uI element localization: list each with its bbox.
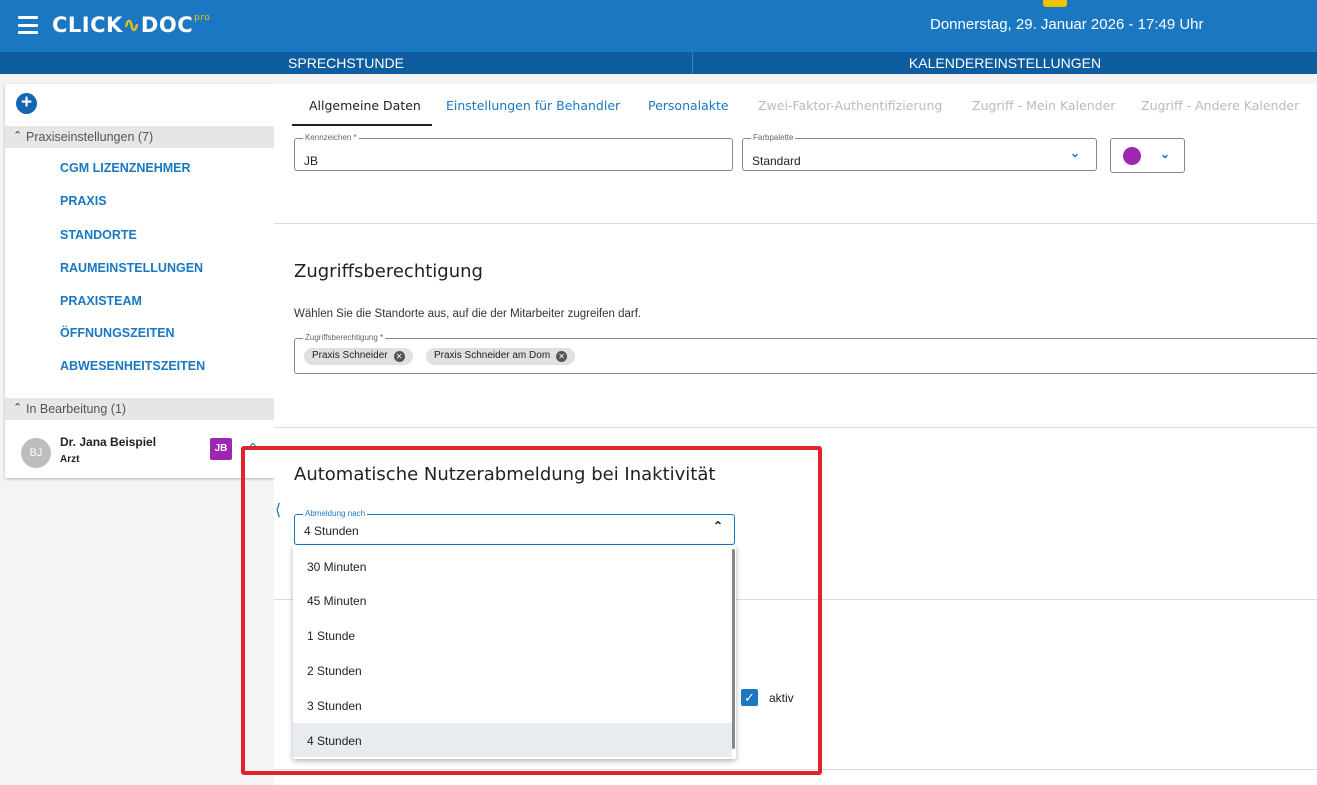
option-2-stunden[interactable]: 2 Stunden bbox=[293, 653, 732, 687]
logout-select[interactable]: Abmeldung nach 4 Stunden ⌃ bbox=[294, 509, 735, 545]
color-swatch bbox=[1123, 147, 1141, 165]
section-divider bbox=[274, 769, 1317, 770]
chip-praxis-schneider[interactable]: Praxis Schneider ✕ bbox=[304, 348, 413, 365]
sidebar-item-standorte[interactable]: STANDORTE bbox=[60, 228, 137, 242]
tab-einstellungen-behandler[interactable]: Einstellungen für Behandler bbox=[446, 98, 620, 113]
option-45-minuten[interactable]: 45 Minuten bbox=[293, 583, 732, 617]
kennzeichen-value: JB bbox=[304, 154, 319, 168]
farbpalette-value: Standard bbox=[752, 154, 801, 168]
logout-field-label: Abmeldung nach bbox=[303, 509, 368, 518]
access-field-label: Zugriffsberechtigung * bbox=[303, 333, 386, 342]
dropdown-scrollbar[interactable] bbox=[732, 549, 735, 749]
aktiv-checkbox[interactable]: ✓ bbox=[741, 689, 758, 706]
nav-kalendereinstellungen[interactable]: KALENDEREINSTELLUNGEN bbox=[693, 55, 1317, 71]
option-30-minuten[interactable]: 30 Minuten bbox=[293, 549, 732, 583]
chevron-up-icon: ⌃ bbox=[13, 130, 23, 142]
option-1-stunde[interactable]: 1 Stunde bbox=[293, 618, 732, 652]
tab-zugriff-andere-kalender[interactable]: Zugriff - Andere Kalender bbox=[1141, 98, 1299, 113]
logout-title: Automatische Nutzerabmeldung bei Inaktiv… bbox=[294, 464, 716, 485]
tab-zwei-faktor[interactable]: Zwei-Faktor-Authentifizierung bbox=[758, 98, 942, 113]
current-datetime: Donnerstag, 29. Januar 2026 - 17:49 Uhr bbox=[930, 16, 1204, 33]
section-in-bearbeitung[interactable]: ⌃ In Bearbeitung (1) bbox=[5, 398, 274, 420]
option-4-stunden[interactable]: 4 Stunden bbox=[293, 723, 732, 757]
tab-allgemeine-daten[interactable]: Allgemeine Daten bbox=[309, 98, 421, 113]
active-tab-indicator bbox=[292, 124, 432, 126]
menu-icon[interactable] bbox=[18, 16, 38, 34]
section-praxiseinstellungen[interactable]: ⌃ Praxiseinstellungen (7) bbox=[5, 126, 274, 148]
logout-value: 4 Stunden bbox=[304, 524, 359, 538]
collapse-sidebar-icon[interactable]: ⟨ bbox=[275, 500, 281, 520]
logout-options-list: 30 Minuten 45 Minuten 1 Stunde 2 Stunden… bbox=[293, 545, 736, 759]
notification-indicator[interactable] bbox=[1043, 0, 1067, 7]
avatar: BJ bbox=[21, 438, 51, 468]
chevron-down-icon: ⌄ bbox=[1070, 146, 1081, 160]
sidebar-item-oeffnungszeiten[interactable]: ÖFFNUNGSZEITEN bbox=[60, 326, 175, 340]
person-item[interactable]: BJ Dr. Jana Beispiel Arzt JB bbox=[5, 430, 274, 476]
aktiv-label: aktiv bbox=[769, 691, 794, 705]
access-field[interactable]: Zugriffsberechtigung * Praxis Schneider ✕… bbox=[294, 333, 1317, 374]
add-button[interactable]: + bbox=[16, 93, 37, 114]
close-icon[interactable]: ⌃ bbox=[247, 440, 259, 457]
kennzeichen-label: Kennzeichen * bbox=[303, 133, 359, 142]
person-role: Arzt bbox=[60, 454, 80, 465]
main-content: Allgemeine Daten Einstellungen für Behan… bbox=[274, 84, 1317, 785]
nav-sprechstunde[interactable]: SPRECHSTUNDE bbox=[0, 55, 692, 71]
person-name: Dr. Jana Beispiel bbox=[60, 435, 157, 449]
person-badge: JB bbox=[210, 438, 232, 460]
remove-chip-icon[interactable]: ✕ bbox=[393, 351, 405, 362]
chevron-up-icon: ⌃ bbox=[13, 402, 23, 414]
top-bar: CLICK∿DOCpro Donnerstag, 29. Januar 2026… bbox=[0, 0, 1317, 52]
section-divider bbox=[274, 223, 1317, 224]
sidebar: + ⌃ Praxiseinstellungen (7) CGM LIZENZNE… bbox=[5, 84, 274, 478]
sidebar-item-abwesenheitszeiten[interactable]: ABWESENHEITSZEITEN bbox=[60, 359, 205, 373]
option-3-stunden[interactable]: 3 Stunden bbox=[293, 688, 732, 722]
access-title: Zugriffsberechtigung bbox=[294, 261, 483, 282]
app-logo: CLICK∿DOCpro bbox=[52, 13, 211, 37]
main-nav: SPRECHSTUNDE KALENDEREINSTELLUNGEN bbox=[0, 52, 1317, 74]
sidebar-item-raumeinstellungen[interactable]: RAUMEINSTELLUNGEN bbox=[60, 261, 203, 275]
farbpalette-select[interactable]: Farbpalette Standard ⌄ bbox=[742, 133, 1097, 171]
sidebar-item-praxis[interactable]: PRAXIS bbox=[60, 194, 107, 208]
section-divider bbox=[274, 427, 1317, 428]
kennzeichen-field[interactable]: Kennzeichen * JB bbox=[294, 133, 733, 171]
sidebar-item-cgm-lizenznehmer[interactable]: CGM LIZENZNEHMER bbox=[60, 161, 191, 175]
section-label: Praxiseinstellungen (7) bbox=[26, 130, 154, 144]
color-picker[interactable]: ⌄ bbox=[1110, 138, 1185, 173]
section-label: In Bearbeitung (1) bbox=[26, 402, 127, 416]
chevron-down-icon: ⌄ bbox=[1160, 147, 1171, 161]
farbpalette-label: Farbpalette bbox=[751, 133, 796, 142]
access-description: Wählen Sie die Standorte aus, auf die de… bbox=[294, 308, 642, 320]
chevron-up-icon: ⌃ bbox=[713, 519, 724, 533]
tab-personalakte[interactable]: Personalakte bbox=[648, 98, 729, 113]
chip-praxis-schneider-am-dom[interactable]: Praxis Schneider am Dom ✕ bbox=[426, 348, 576, 365]
remove-chip-icon[interactable]: ✕ bbox=[556, 351, 568, 362]
sidebar-item-praxisteam[interactable]: PRAXISTEAM bbox=[60, 294, 142, 308]
tab-zugriff-mein-kalender[interactable]: Zugriff - Mein Kalender bbox=[972, 98, 1115, 113]
